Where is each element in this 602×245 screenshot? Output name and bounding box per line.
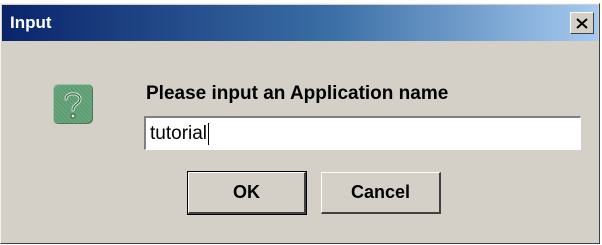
- close-button[interactable]: [570, 12, 594, 34]
- ok-button[interactable]: OK: [187, 171, 307, 215]
- cancel-button[interactable]: Cancel: [321, 172, 441, 214]
- question-icon: [53, 84, 93, 124]
- title-bar[interactable]: Input: [2, 5, 598, 41]
- application-name-input[interactable]: tutorial: [144, 116, 581, 150]
- input-dialog: Input Please input an Application name t…: [0, 3, 600, 244]
- input-value: tutorial: [150, 122, 208, 144]
- prompt-label: Please input an Application name: [146, 83, 449, 104]
- dialog-title: Input: [10, 13, 52, 32]
- close-icon: [576, 17, 588, 29]
- text-caret: [208, 122, 210, 145]
